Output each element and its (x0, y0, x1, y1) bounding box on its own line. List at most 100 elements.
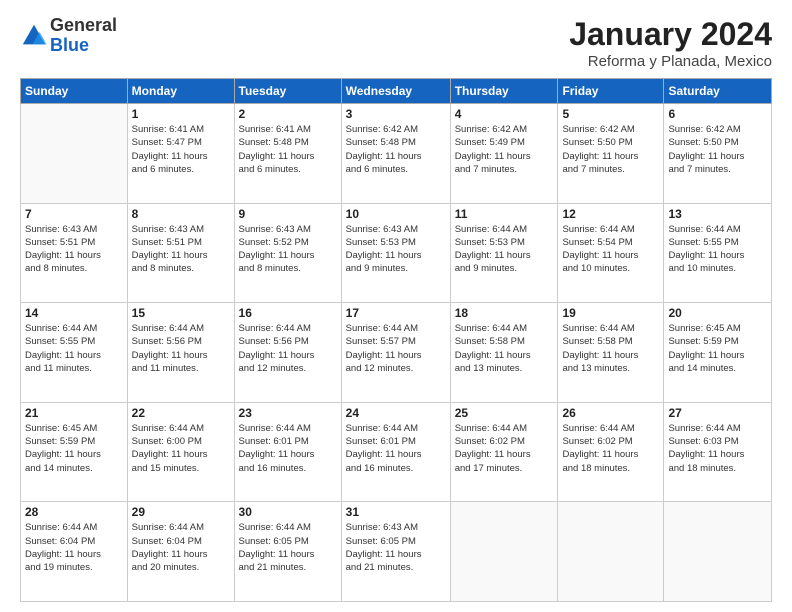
day-info: Sunrise: 6:43 AMSunset: 5:52 PMDaylight:… (239, 223, 337, 276)
day-info: Sunrise: 6:44 AMSunset: 5:58 PMDaylight:… (562, 322, 659, 375)
day-cell (664, 502, 772, 602)
day-cell: 7Sunrise: 6:43 AMSunset: 5:51 PMDaylight… (21, 203, 128, 303)
day-info: Sunrise: 6:44 AMSunset: 6:01 PMDaylight:… (239, 422, 337, 475)
day-info: Sunrise: 6:44 AMSunset: 6:04 PMDaylight:… (132, 521, 230, 574)
week-row-1: 1 Sunrise: 6:41 AMSunset: 5:47 PMDaylight… (21, 104, 772, 204)
day-number: 13 (668, 207, 767, 221)
day-number: 11 (455, 207, 554, 221)
day-number: 2 (239, 107, 337, 121)
month-title: January 2024 (569, 16, 772, 53)
logo-blue: Blue (50, 36, 117, 56)
col-header-thursday: Thursday (450, 79, 558, 104)
day-number: 5 (562, 107, 659, 121)
day-info: Sunrise: 6:43 AMSunset: 5:51 PMDaylight:… (25, 223, 123, 276)
day-info: Sunrise: 6:43 AMSunset: 6:05 PMDaylight:… (346, 521, 446, 574)
title-block: January 2024 Reforma y Planada, Mexico (569, 16, 772, 70)
week-row-4: 21Sunrise: 6:45 AMSunset: 5:59 PMDayligh… (21, 402, 772, 502)
day-cell (450, 502, 558, 602)
day-number: 20 (668, 306, 767, 320)
day-number: 9 (239, 207, 337, 221)
day-number: 12 (562, 207, 659, 221)
day-cell: 27Sunrise: 6:44 AMSunset: 6:03 PMDayligh… (664, 402, 772, 502)
day-info: Sunrise: 6:44 AMSunset: 5:54 PMDaylight:… (562, 223, 659, 276)
day-cell: 12 Sunrise: 6:44 AMSunset: 5:54 PMDayligh… (558, 203, 664, 303)
day-cell: 24Sunrise: 6:44 AMSunset: 6:01 PMDayligh… (341, 402, 450, 502)
day-cell: 19 Sunrise: 6:44 AMSunset: 5:58 PMDayligh… (558, 303, 664, 403)
day-info: Sunrise: 6:41 AMSunset: 5:48 PMDaylight:… (239, 123, 337, 176)
day-cell: 5 Sunrise: 6:42 AMSunset: 5:50 PMDaylight… (558, 104, 664, 204)
day-info: Sunrise: 6:43 AMSunset: 5:53 PMDaylight:… (346, 223, 446, 276)
day-number: 23 (239, 406, 337, 420)
col-header-saturday: Saturday (664, 79, 772, 104)
day-number: 24 (346, 406, 446, 420)
day-cell: 1 Sunrise: 6:41 AMSunset: 5:47 PMDaylight… (127, 104, 234, 204)
day-number: 30 (239, 505, 337, 519)
day-cell: 23 Sunrise: 6:44 AMSunset: 6:01 PMDayligh… (234, 402, 341, 502)
location: Reforma y Planada, Mexico (569, 53, 772, 70)
day-info: Sunrise: 6:44 AMSunset: 5:53 PMDaylight:… (455, 223, 554, 276)
col-header-sunday: Sunday (21, 79, 128, 104)
day-cell: 10 Sunrise: 6:43 AMSunset: 5:53 PMDayligh… (341, 203, 450, 303)
day-cell: 17 Sunrise: 6:44 AMSunset: 5:57 PMDayligh… (341, 303, 450, 403)
day-info: Sunrise: 6:44 AMSunset: 5:55 PMDaylight:… (668, 223, 767, 276)
day-info: Sunrise: 6:44 AMSunset: 5:55 PMDaylight:… (25, 322, 123, 375)
day-cell: 30 Sunrise: 6:44 AMSunset: 6:05 PMDayligh… (234, 502, 341, 602)
day-number: 17 (346, 306, 446, 320)
day-number: 25 (455, 406, 554, 420)
day-number: 19 (562, 306, 659, 320)
day-info: Sunrise: 6:42 AMSunset: 5:49 PMDaylight:… (455, 123, 554, 176)
day-cell: 29 Sunrise: 6:44 AMSunset: 6:04 PMDayligh… (127, 502, 234, 602)
day-cell: 14 Sunrise: 6:44 AMSunset: 5:55 PMDayligh… (21, 303, 128, 403)
day-cell: 16 Sunrise: 6:44 AMSunset: 5:56 PMDayligh… (234, 303, 341, 403)
day-number: 14 (25, 306, 123, 320)
day-cell: 8Sunrise: 6:43 AMSunset: 5:51 PMDaylight… (127, 203, 234, 303)
day-info: Sunrise: 6:44 AMSunset: 5:56 PMDaylight:… (239, 322, 337, 375)
day-cell: 2 Sunrise: 6:41 AMSunset: 5:48 PMDaylight… (234, 104, 341, 204)
day-cell: 13 Sunrise: 6:44 AMSunset: 5:55 PMDayligh… (664, 203, 772, 303)
day-cell: 25Sunrise: 6:44 AMSunset: 6:02 PMDayligh… (450, 402, 558, 502)
day-number: 4 (455, 107, 554, 121)
day-info: Sunrise: 6:44 AMSunset: 6:00 PMDaylight:… (132, 422, 230, 475)
day-info: Sunrise: 6:42 AMSunset: 5:50 PMDaylight:… (668, 123, 767, 176)
day-cell: 6Sunrise: 6:42 AMSunset: 5:50 PMDaylight… (664, 104, 772, 204)
week-row-2: 7Sunrise: 6:43 AMSunset: 5:51 PMDaylight… (21, 203, 772, 303)
col-header-wednesday: Wednesday (341, 79, 450, 104)
day-info: Sunrise: 6:42 AMSunset: 5:50 PMDaylight:… (562, 123, 659, 176)
day-info: Sunrise: 6:41 AMSunset: 5:47 PMDaylight:… (132, 123, 230, 176)
day-info: Sunrise: 6:45 AMSunset: 5:59 PMDaylight:… (668, 322, 767, 375)
day-number: 16 (239, 306, 337, 320)
day-info: Sunrise: 6:44 AMSunset: 5:58 PMDaylight:… (455, 322, 554, 375)
col-header-monday: Monday (127, 79, 234, 104)
day-number: 28 (25, 505, 123, 519)
day-number: 26 (562, 406, 659, 420)
day-cell: 18 Sunrise: 6:44 AMSunset: 5:58 PMDayligh… (450, 303, 558, 403)
day-cell: 20 Sunrise: 6:45 AMSunset: 5:59 PMDayligh… (664, 303, 772, 403)
day-cell: 22Sunrise: 6:44 AMSunset: 6:00 PMDayligh… (127, 402, 234, 502)
day-number: 10 (346, 207, 446, 221)
day-info: Sunrise: 6:45 AMSunset: 5:59 PMDaylight:… (25, 422, 123, 475)
day-number: 1 (132, 107, 230, 121)
day-cell: 4 Sunrise: 6:42 AMSunset: 5:49 PMDaylight… (450, 104, 558, 204)
calendar-table: SundayMondayTuesdayWednesdayThursdayFrid… (20, 78, 772, 602)
logo-general: General (50, 16, 117, 36)
day-number: 29 (132, 505, 230, 519)
day-info: Sunrise: 6:44 AMSunset: 6:04 PMDaylight:… (25, 521, 123, 574)
day-cell: 31 Sunrise: 6:43 AMSunset: 6:05 PMDayligh… (341, 502, 450, 602)
day-cell (558, 502, 664, 602)
day-number: 18 (455, 306, 554, 320)
day-info: Sunrise: 6:44 AMSunset: 6:05 PMDaylight:… (239, 521, 337, 574)
day-number: 3 (346, 107, 446, 121)
day-info: Sunrise: 6:44 AMSunset: 6:03 PMDaylight:… (668, 422, 767, 475)
day-info: Sunrise: 6:44 AMSunset: 5:57 PMDaylight:… (346, 322, 446, 375)
day-cell: 3Sunrise: 6:42 AMSunset: 5:48 PMDaylight… (341, 104, 450, 204)
day-cell: 15Sunrise: 6:44 AMSunset: 5:56 PMDayligh… (127, 303, 234, 403)
col-header-tuesday: Tuesday (234, 79, 341, 104)
day-cell: 9 Sunrise: 6:43 AMSunset: 5:52 PMDaylight… (234, 203, 341, 303)
logo-icon (20, 22, 48, 50)
day-cell: 28 Sunrise: 6:44 AMSunset: 6:04 PMDayligh… (21, 502, 128, 602)
week-row-3: 14 Sunrise: 6:44 AMSunset: 5:55 PMDayligh… (21, 303, 772, 403)
day-number: 31 (346, 505, 446, 519)
col-header-friday: Friday (558, 79, 664, 104)
day-cell: 11 Sunrise: 6:44 AMSunset: 5:53 PMDayligh… (450, 203, 558, 303)
page: General Blue January 2024 Reforma y Plan… (0, 0, 792, 612)
